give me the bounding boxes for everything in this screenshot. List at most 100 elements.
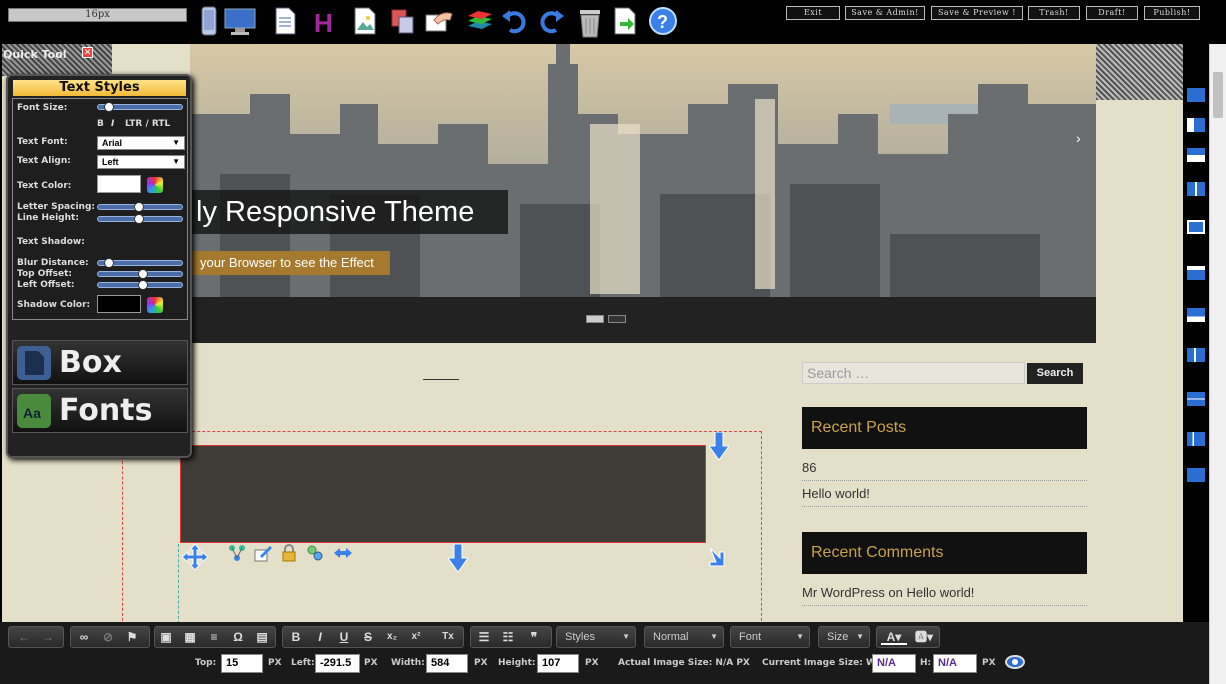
heading-icon[interactable]: H — [312, 6, 338, 38]
blur-distance-slider[interactable] — [97, 258, 183, 268]
direction-button[interactable]: LTR / RTL — [125, 119, 170, 129]
layout-icon[interactable] — [1187, 148, 1205, 162]
image-icon[interactable] — [352, 6, 378, 36]
text-font-select[interactable]: Arial ▼ — [97, 136, 185, 150]
recent-post-link[interactable]: 86 — [802, 457, 1087, 481]
redo-arrow-icon[interactable]: → — [39, 629, 57, 645]
letter-spacing-slider[interactable] — [97, 202, 183, 212]
recent-post-link[interactable]: Hello world! — [802, 483, 1087, 507]
height-input[interactable]: 107 — [537, 654, 579, 673]
omega-icon[interactable]: Ω — [229, 629, 247, 645]
desktop-icon[interactable] — [223, 6, 257, 36]
scrollbar[interactable] — [1209, 44, 1226, 684]
slider-knob[interactable] — [104, 258, 114, 268]
current-height-input[interactable]: N/A — [933, 654, 977, 673]
resize-down-icon[interactable] — [447, 543, 469, 573]
hand-icon[interactable] — [424, 6, 454, 36]
layout-icon[interactable] — [1187, 348, 1205, 362]
redo-icon[interactable] — [536, 6, 566, 36]
subscript-button[interactable]: x₂ — [383, 629, 401, 645]
draft-button[interactable]: Draft! — [1086, 6, 1138, 20]
trash-icon[interactable] — [576, 6, 604, 38]
current-width-input[interactable]: N/A — [872, 654, 916, 673]
ordered-list-icon[interactable]: ☰ — [475, 629, 493, 645]
image-icon[interactable]: ▣ — [157, 629, 175, 645]
color-palette-icon[interactable] — [147, 297, 163, 313]
help-icon[interactable]: ? — [648, 6, 678, 36]
layout-icon[interactable] — [1187, 432, 1205, 446]
layout-icon[interactable] — [1187, 266, 1205, 280]
strike-button[interactable]: S — [359, 629, 377, 645]
slider-knob[interactable] — [134, 214, 144, 224]
undo-icon[interactable] — [500, 6, 530, 36]
save-preview-button[interactable]: Save & Preview ! — [931, 6, 1023, 20]
top-offset-slider[interactable] — [97, 269, 183, 279]
resize-arrow-icon[interactable] — [708, 431, 730, 462]
publish-button[interactable]: Publish! — [1144, 6, 1200, 20]
hero-subtitle[interactable]: your Browser to see the Effect — [190, 251, 390, 275]
copy-icon[interactable] — [390, 6, 416, 36]
slider-knob[interactable] — [138, 280, 148, 290]
scrollbar-thumb[interactable] — [1213, 72, 1223, 118]
eye-icon[interactable] — [1005, 655, 1025, 669]
trash-button[interactable]: Trash! — [1028, 6, 1080, 20]
undo-arrow-icon[interactable]: ← — [15, 629, 33, 645]
slider-knob[interactable] — [138, 269, 148, 279]
exit-button[interactable]: Exit — [786, 6, 840, 20]
swap-icon[interactable] — [334, 544, 352, 562]
link-icon[interactable] — [306, 544, 324, 562]
table-icon[interactable]: ▦ — [181, 629, 199, 645]
font-size-slider[interactable] — [97, 102, 183, 112]
close-icon[interactable]: ✕ — [82, 47, 93, 58]
bg-color-button[interactable]: 🅰▾ — [911, 629, 937, 645]
link-icon[interactable]: ∞ — [75, 629, 93, 645]
resize-corner-icon[interactable] — [706, 544, 730, 568]
size-dropdown[interactable]: Size ▼ — [818, 626, 870, 648]
document-icon[interactable] — [272, 6, 298, 36]
text-color-button[interactable]: A▾ — [881, 629, 907, 645]
layout-icon[interactable] — [1187, 118, 1205, 132]
slider-dot[interactable] — [586, 315, 604, 323]
search-input[interactable]: Search … — [802, 362, 1025, 384]
left-offset-slider[interactable] — [97, 280, 183, 290]
text-color-swatch[interactable] — [97, 175, 141, 193]
superscript-button[interactable]: x² — [407, 629, 425, 645]
bold-button[interactable]: B — [287, 629, 305, 645]
layout-icon[interactable] — [1187, 308, 1205, 322]
left-input[interactable]: -291.5 — [315, 654, 360, 673]
slider-knob[interactable] — [104, 102, 114, 112]
layout-icon[interactable] — [1187, 220, 1205, 234]
bullet-list-icon[interactable]: ☷ — [499, 629, 517, 645]
recent-comment-link[interactable]: Mr WordPress on Hello world! — [802, 582, 1087, 606]
hr-icon[interactable]: ≡ — [205, 629, 223, 645]
lock-icon[interactable] — [280, 544, 298, 562]
layout-icon[interactable] — [1187, 392, 1205, 406]
edit-icon[interactable] — [254, 544, 272, 562]
underline-button[interactable]: U — [335, 629, 353, 645]
mobile-icon[interactable] — [196, 6, 222, 36]
unlink-icon[interactable]: ⊘ — [99, 629, 117, 645]
width-input[interactable]: 584 — [426, 654, 468, 673]
slider-next-icon[interactable]: › — [1076, 130, 1081, 146]
styles-dropdown[interactable]: Styles ▼ — [556, 626, 636, 648]
export-icon[interactable] — [612, 6, 638, 36]
layout-icon[interactable] — [1187, 182, 1205, 196]
move-icon[interactable] — [181, 543, 209, 571]
text-align-select[interactable]: Left ▼ — [97, 155, 185, 169]
layout-icon[interactable] — [1187, 88, 1205, 102]
hero-title[interactable]: ly Responsive Theme — [190, 190, 508, 234]
line-height-slider[interactable] — [97, 214, 183, 224]
format-dropdown[interactable]: Normal ▼ — [644, 626, 724, 648]
font-dropdown[interactable]: Font ▼ — [730, 626, 810, 648]
blockquote-button[interactable]: ❞ — [525, 629, 543, 645]
top-input[interactable]: 15 — [221, 654, 263, 673]
color-palette-icon[interactable] — [147, 177, 163, 193]
clear-format-button[interactable]: Tx — [439, 629, 457, 645]
shadow-color-swatch[interactable] — [97, 295, 141, 313]
media-icon[interactable]: ▤ — [253, 629, 271, 645]
layers-icon[interactable] — [464, 6, 494, 36]
italic-button[interactable]: I — [311, 629, 329, 645]
box-button[interactable]: Box — [12, 340, 188, 385]
search-button[interactable]: Search — [1027, 363, 1083, 384]
save-admin-button[interactable]: Save & Admin! — [845, 6, 925, 20]
